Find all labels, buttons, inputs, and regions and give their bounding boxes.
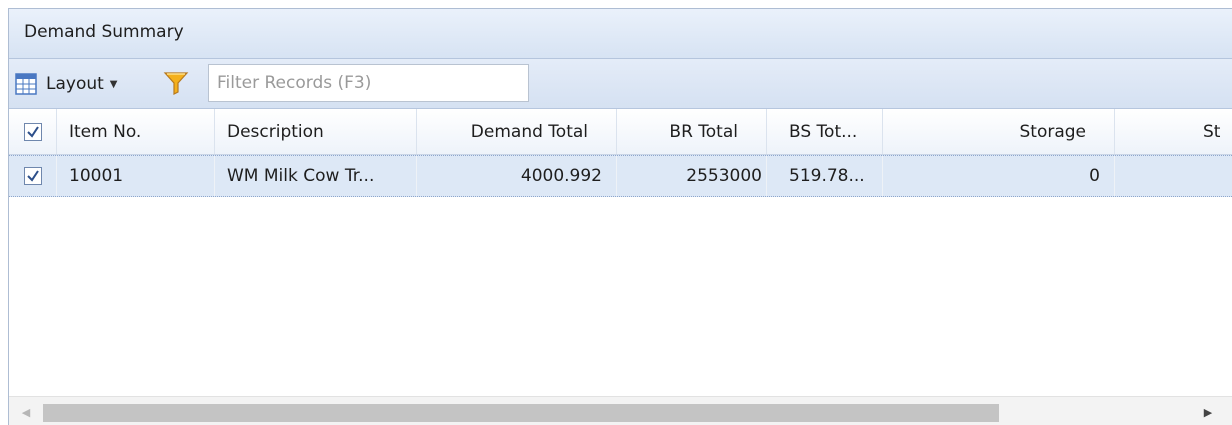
scroll-right-arrow-icon[interactable]: ▶ xyxy=(1195,397,1221,425)
cell-bs-total: 519.78... xyxy=(767,156,883,196)
column-header-br-total[interactable]: BR Total xyxy=(617,109,767,154)
demand-summary-panel: Demand Summary Layout ▼ Filter Records (… xyxy=(8,8,1232,425)
filter-records-input[interactable] xyxy=(208,64,529,102)
cell-demand-total: 4000.992 xyxy=(417,156,617,196)
horizontal-scrollbar[interactable]: ◀ ▶ xyxy=(9,396,1232,425)
layout-menu-button[interactable]: Layout ▼ xyxy=(13,69,153,99)
column-header-storage[interactable]: Storage xyxy=(883,109,1115,154)
grid-header-row: Item No. Description Demand Total BR Tot… xyxy=(9,109,1232,155)
panel-title: Demand Summary xyxy=(24,22,184,42)
cell-st xyxy=(1115,156,1232,196)
funnel-icon xyxy=(163,72,189,95)
filter-button[interactable] xyxy=(163,70,189,96)
grid-layout-icon xyxy=(15,73,37,95)
select-all-checkbox[interactable] xyxy=(23,122,42,141)
column-header-st[interactable]: St xyxy=(1115,109,1232,154)
column-header-bs-total[interactable]: BS Tot... xyxy=(767,109,883,154)
column-header-description[interactable]: Description xyxy=(215,109,417,154)
grid-toolbar: Layout ▼ xyxy=(9,59,1232,109)
select-all-cell xyxy=(9,109,57,154)
chevron-down-icon: ▼ xyxy=(109,78,118,90)
column-header-demand-total[interactable]: Demand Total xyxy=(417,109,617,154)
table-row[interactable]: 10001 WM Milk Cow Tr... 4000.992 2553000… xyxy=(9,155,1232,197)
cell-description: WM Milk Cow Tr... xyxy=(215,156,417,196)
row-select-cell xyxy=(9,156,57,196)
cell-storage: 0 xyxy=(883,156,1115,196)
column-header-item-no[interactable]: Item No. xyxy=(57,109,215,154)
check-icon xyxy=(26,125,39,138)
cell-item-no: 10001 xyxy=(57,156,215,196)
cell-br-total: 2553000 xyxy=(617,156,767,196)
scroll-left-arrow-icon[interactable]: ◀ xyxy=(13,397,39,425)
layout-menu-label: Layout xyxy=(46,74,104,94)
check-icon xyxy=(26,170,39,182)
scrollbar-thumb[interactable] xyxy=(43,404,999,422)
panel-title-bar: Demand Summary xyxy=(9,9,1232,59)
row-checkbox[interactable] xyxy=(23,167,42,185)
